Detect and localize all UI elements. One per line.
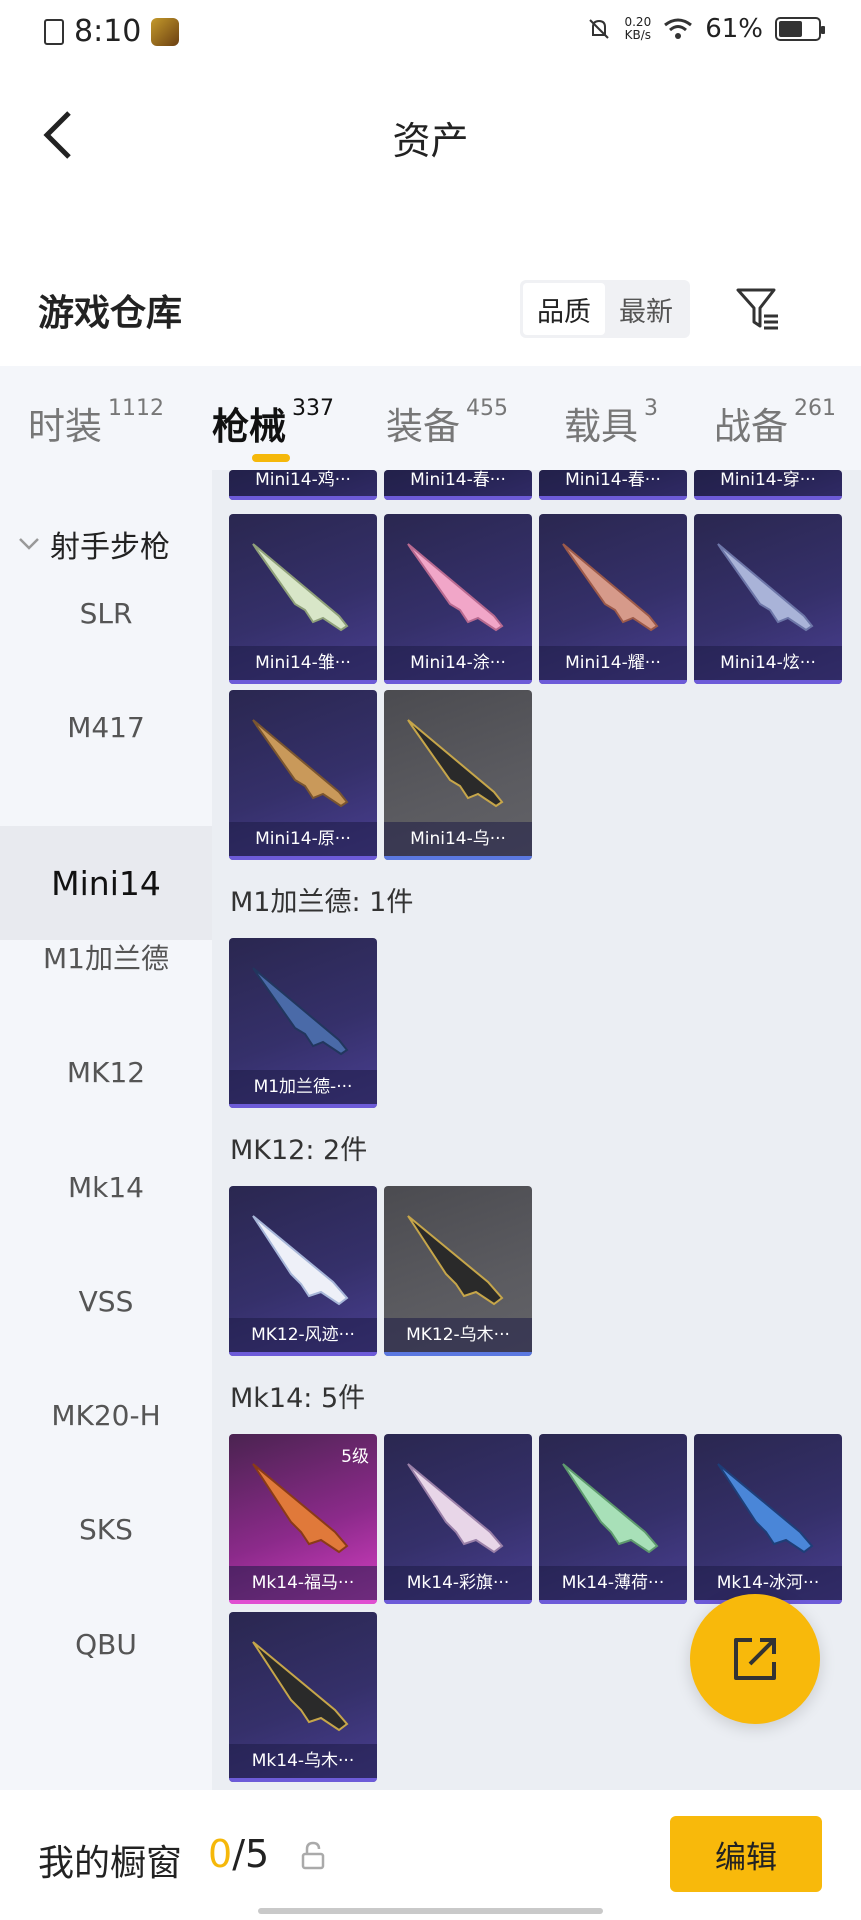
showcase-count: 0/5 xyxy=(208,1832,270,1876)
warehouse-row: 游戏仓库 品质 最新 xyxy=(0,270,861,350)
sort-toggle: 品质 最新 xyxy=(520,280,690,338)
lock-icon xyxy=(301,1841,325,1870)
rifle-icon xyxy=(407,1463,504,1554)
mute-bell-icon xyxy=(589,19,610,39)
item-card[interactable]: MK12-乌木··· xyxy=(384,1186,532,1356)
rifle-icon xyxy=(407,719,504,808)
side-item-vss[interactable]: VSS xyxy=(0,1244,212,1358)
external-link-icon xyxy=(734,1638,776,1680)
status-bar: 8:10 0.20 KB/s 61% xyxy=(0,0,861,66)
item-card[interactable]: Mini14-涂··· xyxy=(384,514,532,684)
item-card[interactable]: M1加兰德-··· xyxy=(229,938,377,1108)
item-card[interactable]: Mini14-原··· xyxy=(229,690,377,860)
chevron-down-icon xyxy=(19,538,39,550)
filter-icon xyxy=(736,288,778,330)
level-badge: 5级 xyxy=(341,1447,369,1467)
rifle-icon xyxy=(252,719,349,808)
item-card[interactable]: Mini14-春··· xyxy=(539,470,687,500)
edit-button[interactable]: 编辑 xyxy=(670,1816,822,1892)
side-item-mk20h[interactable]: MK20-H xyxy=(0,1358,212,1472)
side-item-m417[interactable]: M417 xyxy=(0,670,212,784)
rifle-icon xyxy=(407,1215,504,1306)
side-item-m1-garand[interactable]: M1加兰德 xyxy=(0,900,212,1014)
item-card[interactable]: Mini14-鸡··· xyxy=(229,470,377,500)
rifle-icon xyxy=(717,1463,814,1554)
rifle-icon xyxy=(252,1215,349,1306)
item-card[interactable]: Mk14-乌木··· xyxy=(229,1612,377,1782)
item-card[interactable]: 5级 Mk14-福马··· xyxy=(229,1434,377,1604)
tab-vehicles[interactable]: 载具 3 xyxy=(564,396,658,450)
rifle-icon xyxy=(717,543,814,632)
rifle-icon xyxy=(407,543,504,632)
rifle-icon xyxy=(562,543,659,632)
side-item-mk14[interactable]: Mk14 xyxy=(0,1130,212,1244)
weapon-type-list: 射手步枪 SLR M417 Mini14 M1加兰德 MK12 Mk14 VSS… xyxy=(0,470,212,1790)
item-card[interactable]: MK12-风迹··· xyxy=(229,1186,377,1356)
item-card[interactable]: Mk14-彩旗··· xyxy=(384,1434,532,1604)
item-card[interactable]: Mini14-穿··· xyxy=(694,470,842,500)
filter-button[interactable] xyxy=(734,284,784,334)
item-card[interactable]: Mini14-炫··· xyxy=(694,514,842,684)
sort-quality-button[interactable]: 品质 xyxy=(523,283,605,335)
status-time: 8:10 xyxy=(74,14,142,49)
side-item-mk12[interactable]: MK12 xyxy=(0,1015,212,1129)
net-speed: 0.20 KB/s xyxy=(624,15,652,42)
app-header: 资产 xyxy=(0,90,861,180)
item-card[interactable]: Mini14-乌··· xyxy=(384,690,532,860)
showcase-bar: 我的橱窗 0/5 编辑 xyxy=(0,1790,861,1920)
tab-equipment[interactable]: 装备 455 xyxy=(386,396,508,450)
share-fab[interactable] xyxy=(690,1594,820,1724)
item-card[interactable]: Mini14-春··· xyxy=(384,470,532,500)
tab-indicator xyxy=(252,454,290,462)
wifi-icon xyxy=(664,18,693,39)
side-item-sks[interactable]: SKS xyxy=(0,1472,212,1586)
tab-guns[interactable]: 枪械 337 xyxy=(212,396,334,450)
tab-fashion[interactable]: 时装 1112 xyxy=(28,396,164,450)
rifle-icon xyxy=(252,543,349,632)
side-item-qbu[interactable]: QBU xyxy=(0,1587,212,1701)
item-card[interactable]: Mini14-雏··· xyxy=(229,514,377,684)
battery-percent: 61% xyxy=(705,14,763,44)
section-title-mk14: Mk14: 5件 xyxy=(230,1383,366,1414)
rifle-icon xyxy=(252,967,349,1056)
page-title: 资产 xyxy=(392,119,469,163)
item-card[interactable]: Mini14-耀··· xyxy=(539,514,687,684)
rifle-icon xyxy=(252,1641,349,1732)
item-card[interactable]: Mk14-薄荷··· xyxy=(539,1434,687,1604)
battery-icon xyxy=(775,17,825,41)
showcase-label: 我的橱窗 xyxy=(38,1843,183,1884)
rifle-icon xyxy=(562,1463,659,1554)
section-title-mk12: MK12: 2件 xyxy=(230,1135,368,1166)
side-item-slr[interactable]: SLR xyxy=(0,556,212,670)
sim-icon xyxy=(44,18,64,45)
item-card[interactable]: Mk14-冰河··· xyxy=(694,1434,842,1604)
tab-battle-gear[interactable]: 战备 261 xyxy=(714,396,836,450)
home-indicator[interactable] xyxy=(258,1908,603,1914)
warehouse-title: 游戏仓库 xyxy=(38,293,183,334)
section-title-m1-garand: M1加兰德: 1件 xyxy=(230,887,414,918)
item-grid: Mini14-鸡··· Mini14-春··· Mini14-春··· Mini… xyxy=(212,470,861,1790)
game-app-icon xyxy=(151,17,180,46)
category-tabs: 时装 1112 枪械 337 装备 455 载具 3 战备 261 xyxy=(0,366,861,470)
sort-newest-button[interactable]: 最新 xyxy=(605,283,687,335)
